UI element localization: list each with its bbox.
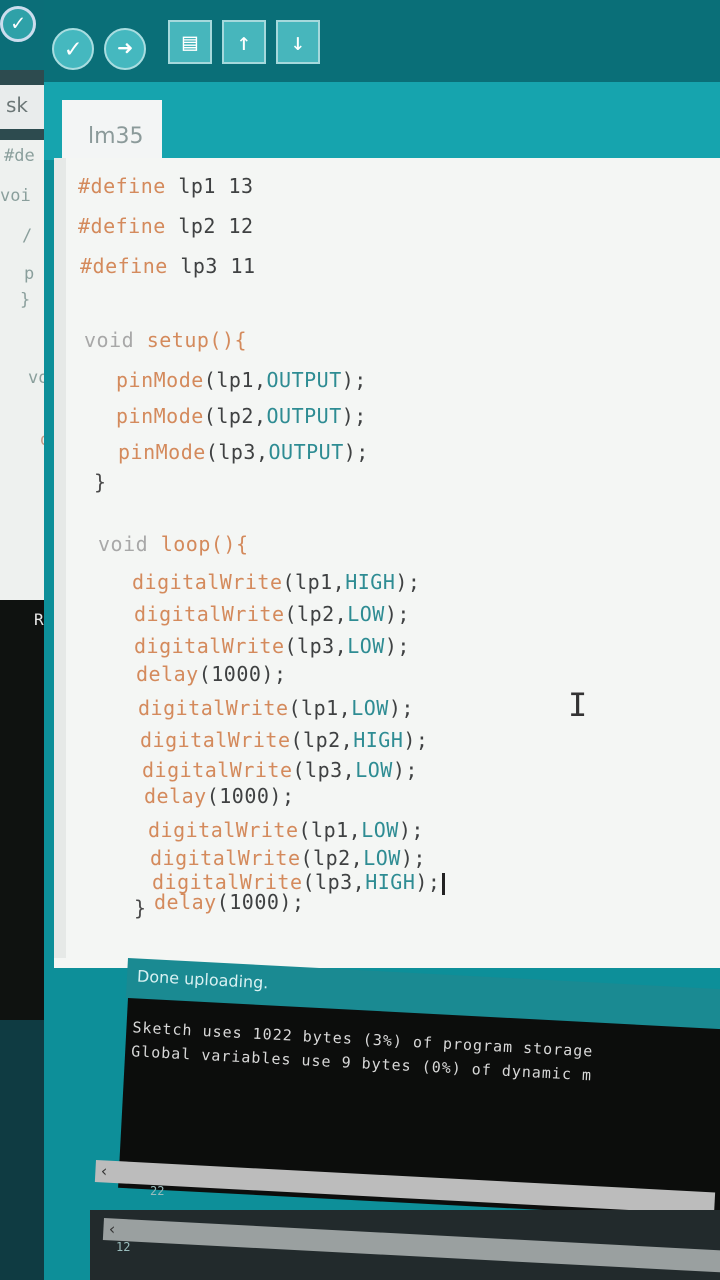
arrow-right-icon: ➜ bbox=[117, 34, 133, 64]
check-icon: ✓ bbox=[65, 34, 81, 64]
check-icon[interactable]: ✓ bbox=[0, 6, 36, 42]
upload-button[interactable]: ➜ bbox=[104, 28, 146, 70]
code-line: #define lp2 12 bbox=[78, 214, 254, 238]
code-line: #define lp3 11 bbox=[80, 254, 256, 278]
code-line: pinMode(lp3,OUTPUT); bbox=[118, 440, 369, 464]
code-line: void loop(){ bbox=[98, 532, 249, 556]
secondary-line-indicator: 12 bbox=[116, 1240, 131, 1254]
open-button[interactable]: ↑ bbox=[222, 20, 266, 64]
background-code-line: voi bbox=[0, 186, 31, 206]
arrow-down-icon: ↓ bbox=[290, 28, 306, 56]
background-code-line: p bbox=[24, 264, 35, 284]
code-line: digitalWrite(lp2,LOW); bbox=[150, 846, 426, 870]
editor-gutter bbox=[54, 158, 66, 958]
ibeam-cursor-icon: I bbox=[568, 686, 588, 724]
code-line: delay(1000); bbox=[154, 890, 305, 914]
code-line: digitalWrite(lp1,LOW); bbox=[148, 818, 424, 842]
chevron-left-icon[interactable]: ‹ bbox=[107, 1219, 118, 1238]
line-number-indicator: 22 bbox=[150, 1184, 165, 1198]
background-console-text: R bbox=[34, 610, 44, 629]
background-tab[interactable]: sk bbox=[0, 85, 48, 129]
code-line: } bbox=[94, 470, 107, 494]
save-button[interactable]: ↓ bbox=[276, 20, 320, 64]
text-caret bbox=[442, 872, 446, 895]
verify-button[interactable]: ✓ bbox=[52, 28, 94, 70]
toolbar: ✓ ➜ ▤ ↑ ↓ bbox=[44, 0, 720, 82]
code-line: digitalWrite(lp2,LOW); bbox=[134, 602, 410, 626]
code-line: digitalWrite(lp1,HIGH); bbox=[132, 570, 421, 594]
chevron-left-icon[interactable]: ‹ bbox=[99, 1161, 110, 1180]
new-file-icon: ▤ bbox=[182, 28, 198, 56]
new-button[interactable]: ▤ bbox=[168, 20, 212, 64]
status-message: Done uploading. bbox=[136, 966, 269, 993]
code-line: digitalWrite(lp2,HIGH); bbox=[140, 728, 429, 752]
code-line: delay(1000); bbox=[144, 784, 295, 808]
code-editor[interactable]: #define lp1 13 #define lp2 12 #define lp… bbox=[54, 158, 720, 968]
code-line: #define lp1 13 bbox=[78, 174, 254, 198]
code-line: digitalWrite(lp3,LOW); bbox=[142, 758, 418, 782]
code-line: } bbox=[134, 896, 147, 920]
arduino-ide-window: ✓ ➜ ▤ ↑ ↓ lm35 #define lp1 13 #define lp… bbox=[44, 0, 720, 1280]
arrow-up-icon: ↑ bbox=[236, 28, 252, 56]
tab-lm35[interactable]: lm35 bbox=[62, 100, 162, 160]
code-line: pinMode(lp2,OUTPUT); bbox=[116, 404, 367, 428]
code-line: void setup(){ bbox=[84, 328, 248, 352]
background-code-line: } bbox=[20, 290, 31, 310]
background-code-line: #de bbox=[4, 146, 35, 166]
background-code-line: / bbox=[22, 226, 33, 246]
code-line: digitalWrite(lp1,LOW); bbox=[138, 696, 414, 720]
code-line: delay(1000); bbox=[136, 662, 287, 686]
code-line: pinMode(lp1,OUTPUT); bbox=[116, 368, 367, 392]
code-line: digitalWrite(lp3,LOW); bbox=[134, 634, 410, 658]
